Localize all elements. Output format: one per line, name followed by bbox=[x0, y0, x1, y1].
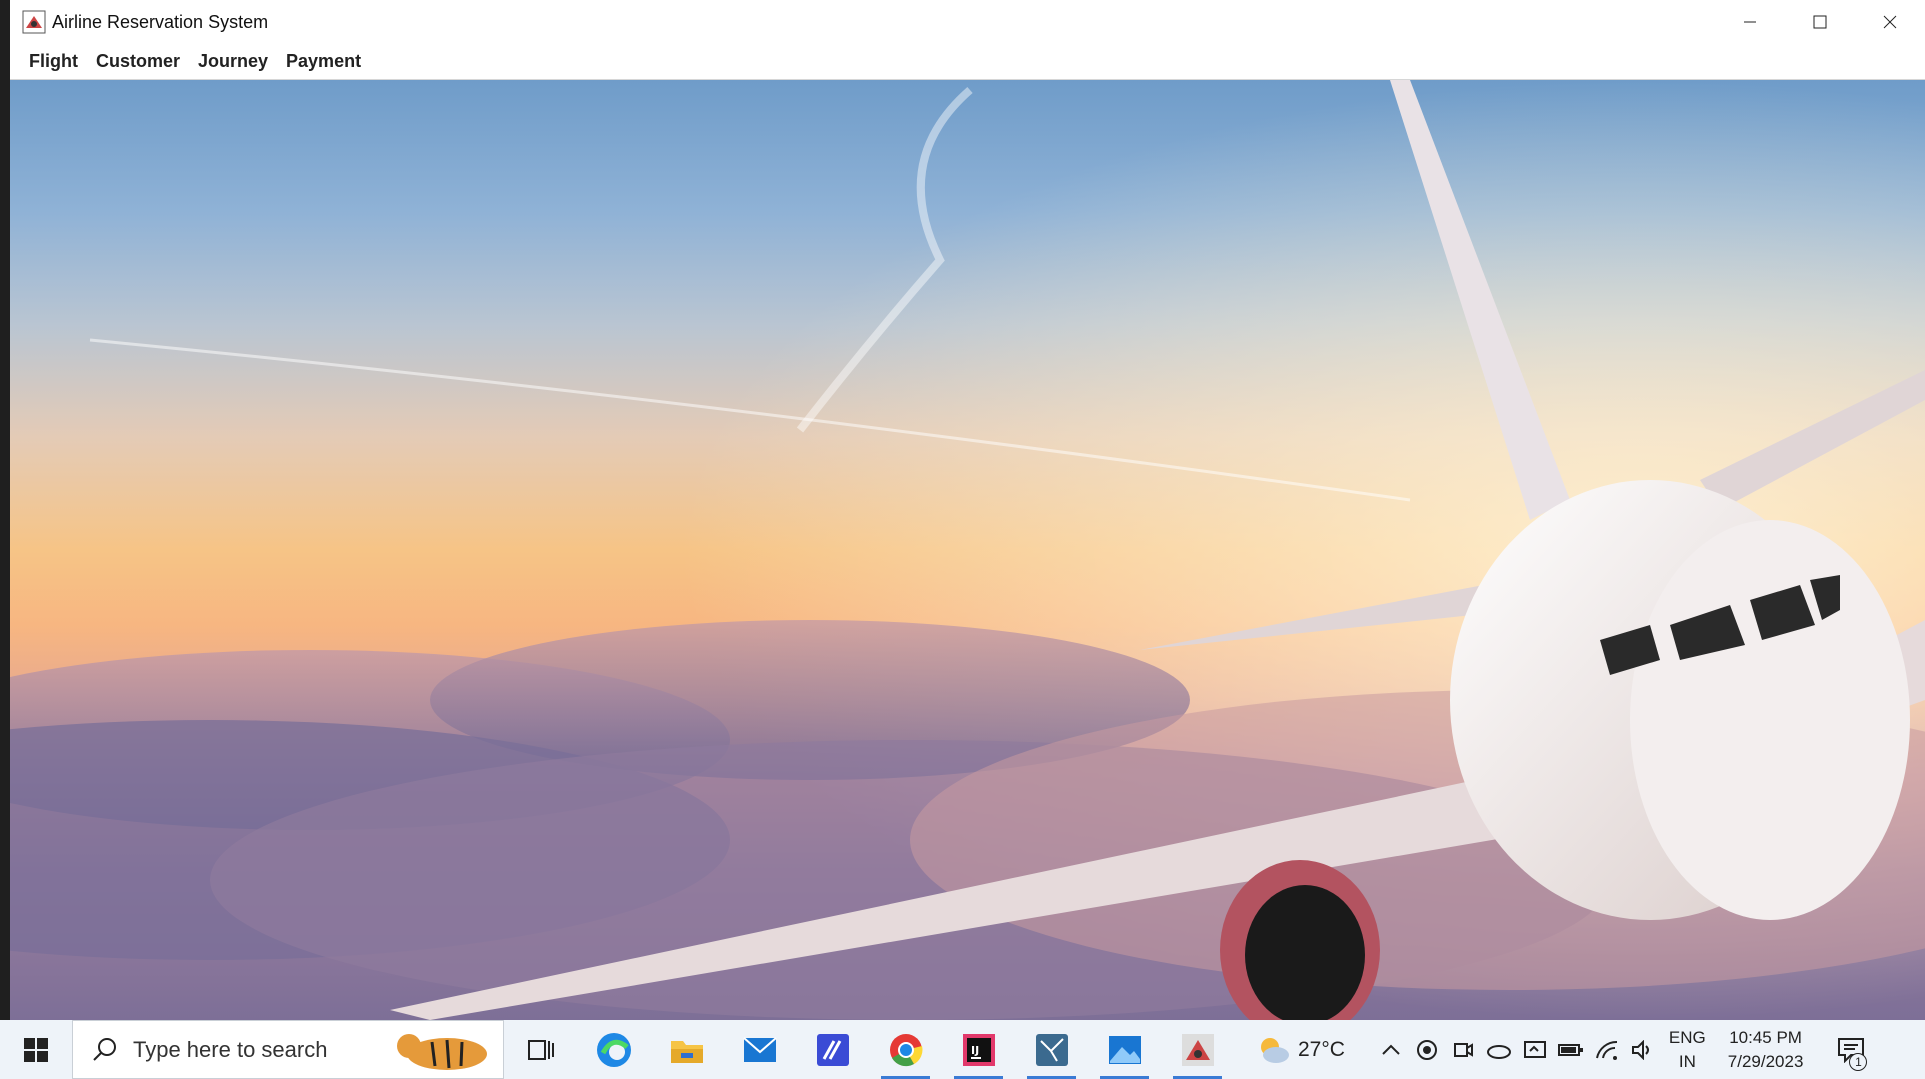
airplane-illustration bbox=[10, 80, 1925, 1020]
onedrive-cloud-icon bbox=[1486, 1044, 1511, 1059]
airplane-background-image bbox=[10, 80, 1925, 1020]
file-explorer-button[interactable] bbox=[650, 1020, 723, 1079]
app-icon bbox=[816, 1033, 849, 1066]
display-tray-button[interactable] bbox=[1517, 1020, 1553, 1079]
weather-temperature: 27°C bbox=[1298, 1037, 1345, 1061]
clock-date: 7/29/2023 bbox=[1727, 1051, 1804, 1071]
windows-logo-icon bbox=[24, 1037, 48, 1062]
onedrive-tray-button[interactable] bbox=[1481, 1020, 1517, 1079]
language-indicator[interactable]: ENG IN bbox=[1669, 1026, 1706, 1074]
workbench-button[interactable] bbox=[1015, 1020, 1088, 1079]
volume-tray-button[interactable] bbox=[1625, 1020, 1661, 1079]
intellij-button[interactable]: IJ bbox=[942, 1020, 1015, 1079]
search-icon bbox=[93, 1037, 116, 1061]
menu-bar: Flight Customer Journey Payment bbox=[10, 44, 1925, 80]
edge-button[interactable] bbox=[577, 1020, 650, 1079]
chrome-button[interactable] bbox=[869, 1020, 942, 1079]
chevron-up-icon bbox=[1382, 1044, 1400, 1055]
app-window: Airline Reservation System Flight Custom… bbox=[10, 0, 1925, 1020]
system-tray: ENG IN 10:45 PM 7/29/2023 1 bbox=[1373, 1020, 1881, 1079]
display-icon bbox=[1523, 1040, 1546, 1058]
meet-tray-button[interactable] bbox=[1445, 1020, 1481, 1079]
chrome-icon bbox=[889, 1033, 922, 1066]
meet-now-icon bbox=[1453, 1042, 1473, 1057]
photos-button[interactable] bbox=[1088, 1020, 1161, 1079]
menu-flight[interactable]: Flight bbox=[20, 45, 87, 78]
app-icon bbox=[1035, 1033, 1068, 1066]
record-icon bbox=[1416, 1039, 1437, 1060]
edge-icon bbox=[596, 1032, 631, 1067]
task-view-button[interactable] bbox=[504, 1020, 577, 1079]
taskbar: Type here to search IJ 27°C ENG IN 10:45… bbox=[0, 1020, 1925, 1079]
battery-tray-button[interactable] bbox=[1553, 1020, 1589, 1079]
background-strip bbox=[0, 0, 10, 1020]
window-controls bbox=[1715, 0, 1925, 44]
battery-icon bbox=[1557, 1043, 1583, 1056]
search-placeholder: Type here to search bbox=[133, 1036, 328, 1062]
java-app-icon bbox=[22, 10, 46, 34]
svg-text:IJ: IJ bbox=[971, 1044, 979, 1057]
minimize-icon bbox=[1744, 21, 1756, 23]
menu-payment[interactable]: Payment bbox=[277, 45, 370, 78]
record-tray-button[interactable] bbox=[1409, 1020, 1445, 1079]
intellij-icon: IJ bbox=[962, 1033, 995, 1066]
weather-widget[interactable]: 27°C bbox=[1256, 1035, 1345, 1065]
java-app-icon bbox=[1181, 1033, 1214, 1066]
weather-cloud-sun-icon bbox=[1261, 1037, 1289, 1063]
language-region: IN bbox=[1678, 1051, 1696, 1071]
close-button[interactable] bbox=[1855, 0, 1925, 44]
start-button[interactable] bbox=[0, 1020, 72, 1079]
app-button[interactable] bbox=[796, 1020, 869, 1079]
window-title: Airline Reservation System bbox=[52, 11, 269, 32]
maximize-icon bbox=[1813, 15, 1827, 29]
maximize-button[interactable] bbox=[1785, 0, 1855, 44]
clock-time: 10:45 PM bbox=[1729, 1027, 1802, 1047]
tiger-icon bbox=[397, 1034, 487, 1070]
menu-customer[interactable]: Customer bbox=[87, 45, 189, 78]
show-hidden-icons-button[interactable] bbox=[1373, 1020, 1409, 1079]
java-app-button[interactable] bbox=[1161, 1020, 1234, 1079]
wifi-icon bbox=[1595, 1040, 1617, 1060]
minimize-button[interactable] bbox=[1715, 0, 1785, 44]
mail-icon bbox=[742, 1036, 777, 1062]
close-icon bbox=[1883, 15, 1897, 29]
mail-button[interactable] bbox=[723, 1020, 796, 1079]
menu-journey[interactable]: Journey bbox=[189, 45, 277, 78]
notification-center-button[interactable]: 1 bbox=[1821, 1020, 1881, 1079]
photos-icon bbox=[1108, 1035, 1141, 1064]
language-code: ENG bbox=[1668, 1027, 1706, 1047]
task-view-icon bbox=[527, 1039, 554, 1060]
file-explorer-icon bbox=[670, 1040, 703, 1063]
speaker-icon bbox=[1631, 1039, 1649, 1060]
search-box[interactable]: Type here to search bbox=[72, 1020, 504, 1079]
wifi-tray-button[interactable] bbox=[1589, 1020, 1625, 1079]
clock[interactable]: 10:45 PM 7/29/2023 bbox=[1728, 1026, 1804, 1074]
notification-badge: 1 bbox=[1849, 1053, 1868, 1071]
title-bar: Airline Reservation System bbox=[10, 0, 1925, 44]
